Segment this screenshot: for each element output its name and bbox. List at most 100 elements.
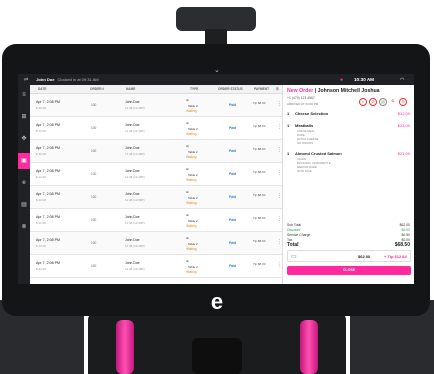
orders-table: DATE ORDER # NAME TYPE ORDER STATUS PAYM…: [30, 85, 282, 284]
camera-stem: [205, 29, 227, 45]
row-payment: Tip $8.00: [253, 124, 266, 128]
menu-icon[interactable]: ⇄: [24, 77, 28, 83]
row-subtotal: $ 12.00: [36, 152, 47, 156]
service-label: Service Charge: [287, 233, 311, 237]
table-row[interactable]: Apr 7, 2:08 PM $ 12.00 100 John Doe 11:48 (1…: [30, 209, 282, 232]
row-date: Apr 7, 2:08 PM: [36, 123, 60, 127]
delete-icon[interactable]: ⊖: [399, 98, 407, 106]
row-customer-name: John Doe: [125, 215, 140, 219]
item-name: Meatballs: [295, 123, 314, 128]
table-row[interactable]: Apr 7, 2:08 PM $ 12.00 100 John Doe 11:48 (1…: [30, 186, 282, 209]
row-customer-name: John Doe: [125, 169, 140, 173]
col-date[interactable]: DATE: [38, 87, 46, 91]
item-name: Almond Crusted Salmon: [295, 151, 342, 156]
cancel-icon[interactable]: ×: [359, 98, 367, 106]
brand-e-icon[interactable]: e: [18, 175, 30, 191]
new-order-icon[interactable]: ⊞: [18, 109, 30, 125]
row-order-number: 100: [91, 126, 97, 130]
table-row[interactable]: Apr 7, 2:08 PM $ 12.00 100 John Doe 11:48 (1…: [30, 117, 282, 140]
dine-in-icon: ⊞: [186, 167, 189, 171]
item-price: $23.00: [397, 123, 410, 128]
stand-slot: [192, 338, 242, 374]
user-name: John Doe: [36, 77, 55, 82]
payment-summary[interactable]: ▭ $62.00 + Tip $12.84: [287, 250, 411, 262]
row-status: Waiting: [186, 270, 197, 274]
item-price: $12.00: [397, 111, 410, 116]
row-paid-badge: Paid: [229, 241, 237, 245]
row-payment: Tip $8.00: [253, 239, 266, 243]
row-status: Waiting: [186, 247, 197, 251]
print-icon[interactable]: ▤: [379, 98, 387, 106]
row-order-number: 100: [91, 241, 97, 245]
row-payment: Tip $8.00: [253, 101, 266, 105]
row-table: Table 2: [188, 150, 198, 154]
pos-screen: ⇄ John Doe Clocked in at 09:31 AM ● 10:3…: [18, 74, 414, 284]
row-table: Table 2: [188, 242, 198, 246]
table-row[interactable]: Apr 7, 2:08 PM $ 12.00 100 John Doe 11:48 (1…: [30, 232, 282, 255]
customer-phone: +1 (470) 123 4567: [287, 96, 315, 100]
row-table: Table 2: [188, 265, 198, 269]
dine-in-icon: ⊞: [186, 259, 189, 263]
col-name[interactable]: NAME: [126, 87, 135, 91]
row-table: Table 2: [188, 104, 198, 108]
table-row[interactable]: Apr 7, 2:08 PM $ 12.00 100 John Doe 11:48 (1…: [30, 140, 282, 163]
table-row[interactable]: Apr 7, 2:08 PM $ 12.00 100 John Doe 11:48 (1…: [30, 255, 282, 278]
col-type[interactable]: TYPE: [190, 87, 198, 91]
row-payment: Tip $8.00: [253, 193, 266, 197]
floor-plan-icon[interactable]: ✥: [18, 131, 30, 147]
row-time: 11:48 (12:48P): [125, 175, 145, 179]
row-date: Apr 7, 2:08 PM: [36, 100, 60, 104]
settings-icon[interactable]: ⊗: [18, 219, 30, 235]
order-detail-panel: New Order | Johnson Mitchell Joshua +1 (…: [282, 85, 414, 284]
row-status: Waiting: [186, 224, 197, 228]
void-icon[interactable]: ⊘: [369, 98, 377, 106]
hamburger-icon[interactable]: ≡: [18, 87, 30, 103]
row-order-number: 100: [91, 172, 97, 176]
top-bar: ⇄ John Doe Clocked in at 09:31 AM ● 10:3…: [18, 74, 414, 85]
orders-icon[interactable]: ▣: [18, 153, 30, 169]
bell-icon[interactable]: ●: [340, 77, 343, 83]
row-paid-badge: Paid: [229, 264, 237, 268]
payment-tip: + Tip $12.84: [384, 254, 407, 259]
row-order-number: 100: [91, 264, 97, 268]
row-paid-badge: Paid: [229, 218, 237, 222]
row-order-number: 100: [91, 103, 97, 107]
row-date: Apr 7, 2:08 PM: [36, 261, 60, 265]
col-status[interactable]: ORDER STATUS: [218, 87, 243, 91]
row-time: 11:48 (12:48P): [125, 221, 145, 225]
row-order-number: 100: [91, 149, 97, 153]
table-row[interactable]: Apr 7, 2:08 PM $ 12.00 100 John Doe 11:48 (1…: [30, 94, 282, 117]
dine-in-icon: ⊞: [186, 144, 189, 148]
row-subtotal: $ 12.00: [36, 129, 47, 133]
row-customer-name: John Doe: [125, 146, 140, 150]
row-subtotal: $ 12.00: [36, 106, 47, 110]
row-time: 11:48 (12:48P): [125, 106, 145, 110]
item-modifier: NO ONIONS: [297, 141, 314, 145]
filter-icon[interactable]: ☰: [276, 87, 279, 91]
row-date: Apr 7, 2:08 PM: [36, 169, 60, 173]
dine-in-icon: ⊞: [186, 236, 189, 240]
table-row[interactable]: Apr 7, 2:08 PM $ 12.00 100 John Doe 11:48 (1…: [30, 163, 282, 186]
card-icon: ▭: [291, 254, 297, 260]
row-order-number: 100: [91, 218, 97, 222]
row-status: Waiting: [186, 201, 197, 205]
chevron-down-icon[interactable]: ⌄: [214, 66, 220, 74]
row-time: 11:48 (12:48P): [125, 152, 145, 156]
row-payment: Tip $8.00: [253, 216, 266, 220]
col-payment[interactable]: PAYMENT: [254, 87, 269, 91]
col-order[interactable]: ORDER #: [90, 87, 104, 91]
pink-accent-right: [300, 320, 318, 374]
row-subtotal: $ 12.00: [36, 175, 47, 179]
brand-logo-icon: e: [210, 289, 224, 314]
close-order-button[interactable]: CLOSE: [287, 266, 411, 275]
row-paid-badge: Paid: [229, 172, 237, 176]
row-paid-badge: Paid: [229, 149, 237, 153]
row-time: 11:48 (12:48P): [125, 129, 145, 133]
refund-icon[interactable]: C: [389, 98, 397, 106]
row-table: Table 2: [188, 196, 198, 200]
item-name: Cheese Selection: [295, 111, 329, 116]
row-date: Apr 7, 2:08 PM: [36, 238, 60, 242]
total-label: Total: [287, 242, 299, 248]
reports-icon[interactable]: ▤: [18, 197, 30, 213]
side-rail: ≡ ⊞ ✥ ▣ e ▤ ⊗: [18, 85, 30, 284]
